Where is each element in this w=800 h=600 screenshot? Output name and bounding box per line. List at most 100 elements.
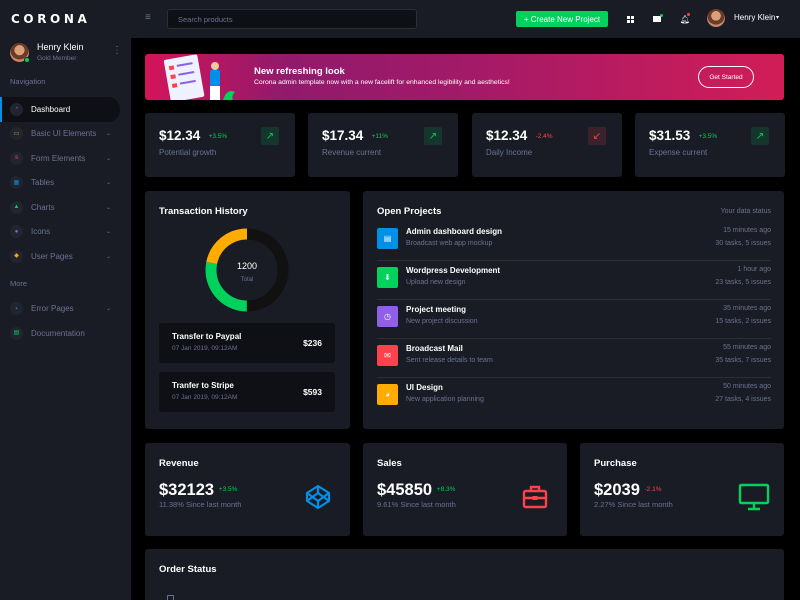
project-time: 1 hour ago — [737, 266, 771, 273]
top-navbar: ≡ + Create New Project 🔔︎ Henry Klein ▾ — [131, 0, 800, 38]
more-nav-list: ▪ Error Pages ⌄ ▤ Documentation — [0, 297, 131, 346]
transaction-history-title: Transaction History — [159, 206, 248, 217]
summary-card-sales: Sales $45850 +8.3% 9.61% Since last month — [363, 443, 567, 536]
sidebar-item-label: Charts — [31, 202, 55, 212]
banner-subtitle: Corona admin template now with a new fac… — [254, 79, 510, 86]
chevron-down-icon[interactable]: ▾ — [776, 14, 779, 21]
sidebar-item-label: Icons — [31, 227, 51, 237]
chevron-down-icon[interactable]: ⌄ — [106, 253, 111, 260]
open-projects-card: Open Projects Your data status ▤ Admin da… — [363, 191, 784, 429]
project-list-item[interactable]: ✉ Broadcast Mail Sent release details to t… — [377, 339, 771, 378]
sidebar-item-basic-ui-elements[interactable]: ▭ Basic UI Elements ⌄ — [0, 122, 131, 147]
bell-icon[interactable]: 🔔︎ — [677, 11, 693, 27]
transfer-title: Tranfer to Stripe — [172, 381, 234, 390]
project-title: Wordpress Development — [406, 266, 501, 275]
transfer-date: 07 Jan 2019, 09:12AM — [172, 345, 238, 352]
project-list-item[interactable]: ◕ UI Design New application planning 50 min… — [377, 378, 771, 417]
create-project-button[interactable]: + Create New Project — [516, 11, 608, 27]
sidebar-item-tables[interactable]: ▦ Tables ⌄ — [0, 171, 131, 196]
transfer-item[interactable]: Tranfer to Stripe 07 Jan 2019, 09:12AM $59… — [159, 372, 335, 412]
project-tasks: 23 tasks, 5 issues — [715, 279, 771, 286]
sidebar-item-label: Error Pages — [31, 304, 74, 314]
stat-change: +3.5% — [208, 133, 228, 140]
summary-change: +3.5% — [218, 486, 238, 493]
file-icon: ▤ — [10, 326, 23, 340]
project-title: Broadcast Mail — [406, 344, 463, 353]
monitor-icon — [738, 483, 770, 516]
select-all-checkbox[interactable] — [167, 595, 174, 600]
project-list-item[interactable]: ⬇ Wordpress Development Upload new design 1… — [377, 261, 771, 300]
chevron-down-icon[interactable]: ⌄ — [106, 130, 111, 137]
transaction-history-card: Transaction History 1200 Total Transfer … — [145, 191, 350, 429]
file-icon: ▤ — [377, 228, 398, 249]
stat-card: $31.53 +3.5% Expense current ↗ — [635, 113, 785, 177]
brand-logo[interactable]: CORONA — [0, 0, 131, 38]
project-time: 55 minutes ago — [723, 344, 771, 351]
sidebar-item-user-pages[interactable]: ◆ User Pages ⌄ — [0, 244, 131, 269]
promo-banner: New refreshing look Corona admin templat… — [145, 54, 784, 100]
stat-label: Revenue current — [322, 148, 382, 157]
sidebar-profile: Henry Klein Gold Member ⋮ — [0, 41, 131, 71]
summary-subtitle: 2.27% Since last month — [594, 500, 673, 509]
stat-change: +3.5% — [698, 133, 718, 140]
contacts-icon: ● — [10, 225, 23, 239]
project-list-item[interactable]: ▤ Admin dashboard design Broadcast web app… — [377, 222, 771, 261]
security-icon: ◆ — [10, 249, 23, 263]
chart-pie-icon: ◕ — [377, 384, 398, 405]
summary-title: Purchase — [594, 458, 637, 469]
sidebar-item-form-elements[interactable]: ≡ Form Elements ⌄ — [0, 146, 131, 171]
sidebar-item-label: Form Elements — [31, 153, 86, 163]
get-started-button[interactable]: Get Started — [698, 66, 754, 88]
sidebar-item-label: Documentation — [31, 328, 85, 338]
arrow-top-right-icon: ↗ — [261, 127, 279, 145]
email-icon[interactable] — [649, 11, 665, 27]
menu-toggle-icon[interactable]: ≡ — [145, 12, 151, 23]
navbar-user-name[interactable]: Henry Klein — [734, 13, 775, 22]
speedometer-icon: ◔ — [10, 102, 23, 116]
chevron-down-icon[interactable]: ⌄ — [106, 155, 111, 162]
more-section-title: More — [10, 278, 28, 288]
avatar[interactable] — [707, 9, 725, 27]
clock-icon: ◷ — [377, 306, 398, 327]
summary-card-revenue: Revenue $32123 +3.5% 11.38% Since last mont… — [145, 443, 350, 536]
sidebar-item-label: Basic UI Elements — [31, 129, 97, 139]
stat-value: $31.53 — [649, 128, 691, 143]
playlist-icon: ≡ — [10, 151, 23, 165]
transfer-item[interactable]: Transfer to Paypal 07 Jan 2019, 09:12AM $2… — [159, 323, 335, 363]
sidebar-item-documentation[interactable]: ▤ Documentation — [0, 321, 131, 346]
chevron-down-icon[interactable]: ⌄ — [106, 305, 111, 312]
chevron-down-icon[interactable]: ⌄ — [106, 204, 111, 211]
search-input[interactable] — [167, 9, 417, 29]
sidebar-item-dashboard[interactable]: ◔ Dashboard — [0, 97, 120, 122]
mail-icon: ✉ — [377, 345, 398, 366]
project-tasks: 35 tasks, 7 issues — [715, 357, 771, 364]
stat-value: $12.34 — [486, 128, 528, 143]
more-vertical-icon[interactable]: ⋮ — [112, 46, 122, 56]
sidebar-item-charts[interactable]: ▲ Charts ⌄ — [0, 195, 131, 220]
stat-change: -2.4% — [535, 133, 553, 140]
project-time: 35 minutes ago — [723, 305, 771, 312]
lock-icon: ▪ — [10, 302, 23, 316]
transfer-amount: $236 — [303, 338, 322, 348]
banner-illustration-icon — [163, 54, 235, 100]
transaction-donut-chart: 1200 Total — [205, 228, 289, 312]
sidebar-item-label: Dashboard — [31, 104, 71, 114]
nav-section-title: Navigation — [10, 77, 46, 86]
summary-subtitle: 9.61% Since last month — [377, 500, 456, 509]
open-projects-subtitle: Your data status — [720, 208, 771, 215]
project-title: UI Design — [406, 383, 443, 392]
chart-icon: ▲ — [10, 200, 23, 214]
project-time: 15 minutes ago — [723, 227, 771, 234]
sidebar-item-icons[interactable]: ● Icons ⌄ — [0, 220, 131, 245]
cloud-download-icon: ⬇ — [377, 267, 398, 288]
chevron-down-icon[interactable]: ⌄ — [106, 179, 111, 186]
project-list-item[interactable]: ◷ Project meeting New project discussion 35… — [377, 300, 771, 339]
stat-card: $17.34 +11% Revenue current ↗ — [308, 113, 458, 177]
sidebar-item-label: Tables — [31, 178, 55, 188]
apps-grid-icon[interactable] — [622, 11, 638, 27]
arrow-top-right-icon: ↗ — [424, 127, 442, 145]
sidebar-item-error-pages[interactable]: ▪ Error Pages ⌄ — [0, 297, 131, 322]
laptop-icon: ▭ — [10, 127, 23, 141]
table-icon: ▦ — [10, 176, 23, 190]
chevron-down-icon[interactable]: ⌄ — [106, 228, 111, 235]
